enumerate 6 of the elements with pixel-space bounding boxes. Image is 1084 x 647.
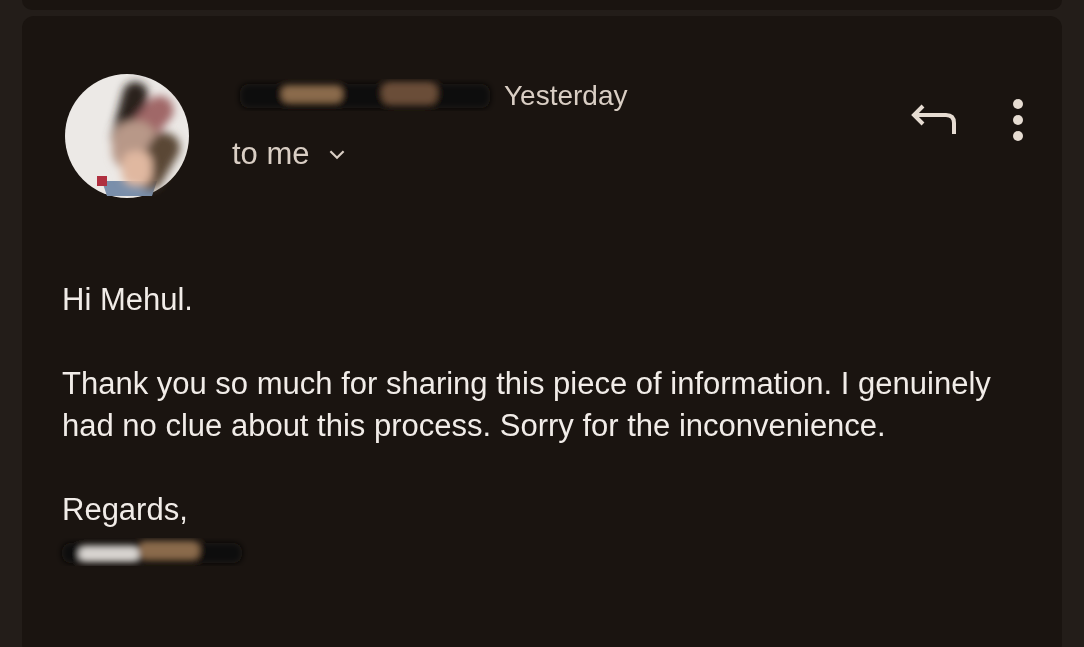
message-paragraph: Thank you so much for sharing this piece of information. I genuinely had no clue about this process. Sorry for the inconvenience.	[62, 365, 992, 445]
more-options-icon[interactable]	[1012, 98, 1024, 142]
recipient-toggle[interactable]: to me	[232, 136, 628, 172]
message-paragraph: Hi Mehul.	[62, 281, 194, 319]
message-paragraph: Regards,	[62, 491, 189, 529]
message-date: Yesterday	[504, 80, 628, 112]
